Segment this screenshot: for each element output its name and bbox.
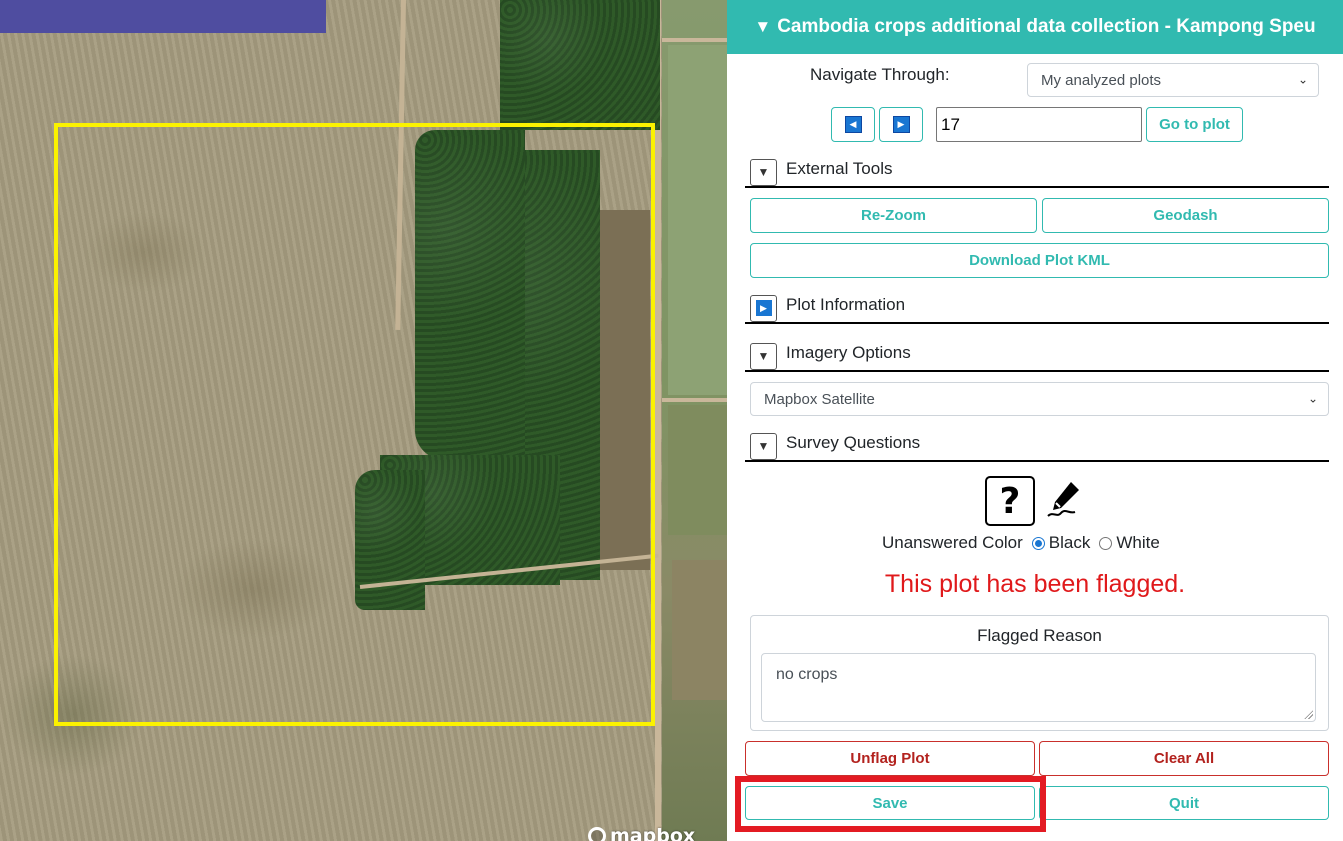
- resize-grip-icon[interactable]: [1304, 710, 1313, 719]
- radio-black-label[interactable]: Black: [1049, 533, 1091, 553]
- question-mark-icon[interactable]: ?: [985, 476, 1035, 526]
- navigate-select[interactable]: My analyzed plots ⌄: [1027, 63, 1319, 97]
- collapse-caret-icon: ▼: [754, 17, 772, 36]
- sidebar-header[interactable]: ▼ Cambodia crops additional data collect…: [727, 0, 1343, 54]
- navigate-select-value: My analyzed plots: [1041, 71, 1162, 89]
- collection-sidebar: ▼ Cambodia crops additional data collect…: [727, 0, 1343, 841]
- map-forest: [500, 0, 660, 130]
- map-road: [662, 398, 727, 402]
- map-road: [662, 38, 727, 42]
- flagged-reason-textarea[interactable]: no crops: [761, 653, 1316, 722]
- satellite-map[interactable]: mapbox: [0, 0, 727, 841]
- imagery-select[interactable]: Mapbox Satellite ⌄: [750, 382, 1329, 416]
- pen-icon[interactable]: [1045, 478, 1085, 520]
- section-title: Survey Questions: [786, 433, 921, 452]
- flagged-reason-label: Flagged Reason: [977, 626, 1102, 645]
- map-terrain: [668, 45, 727, 395]
- flagged-reason-text: no crops: [776, 666, 838, 683]
- map-terrain: [672, 560, 727, 700]
- section-survey-questions[interactable]: ▼ Survey Questions: [745, 426, 1329, 462]
- arrow-right-icon: ▶: [892, 116, 910, 133]
- go-to-plot-button[interactable]: Go to plot: [1146, 107, 1243, 142]
- section-title: Plot Information: [786, 295, 906, 314]
- section-title: Imagery Options: [786, 343, 911, 362]
- arrow-left-icon: ◀: [844, 116, 862, 133]
- unflag-plot-button[interactable]: Unflag Plot: [745, 741, 1035, 776]
- flagged-reason-box: Flagged Reason no crops: [750, 615, 1329, 731]
- expand-toggle-icon[interactable]: ▼: [750, 432, 777, 460]
- navigate-label: Navigate Through:: [810, 65, 950, 84]
- mapbox-logo-icon: [588, 827, 606, 841]
- radio-white-label[interactable]: White: [1116, 533, 1159, 553]
- section-plot-information[interactable]: ▶ Plot Information: [745, 288, 1329, 324]
- unanswered-color-row: Unanswered Color Black White: [882, 533, 1160, 553]
- plot-boundary: [54, 123, 655, 726]
- section-external-tools[interactable]: ▼ External Tools: [745, 152, 1329, 188]
- chevron-down-icon: ⌄: [1297, 72, 1308, 87]
- flagged-message: This plot has been flagged.: [884, 570, 1186, 598]
- plot-number-input[interactable]: 17: [936, 107, 1142, 142]
- mapbox-logo-text: mapbox: [610, 825, 696, 841]
- geodash-button[interactable]: Geodash: [1042, 198, 1329, 233]
- previous-plot-button[interactable]: ◀: [831, 107, 875, 142]
- quit-button[interactable]: Quit: [1039, 786, 1329, 820]
- rezoom-button[interactable]: Re-Zoom: [750, 198, 1037, 233]
- mapbox-logo[interactable]: mapbox: [588, 825, 696, 841]
- radio-white[interactable]: [1099, 536, 1113, 550]
- save-highlight-box: [735, 776, 1046, 832]
- section-title: External Tools: [786, 159, 893, 178]
- imagery-select-value: Mapbox Satellite: [764, 390, 875, 408]
- radio-black[interactable]: [1031, 536, 1045, 550]
- section-imagery-options[interactable]: ▼ Imagery Options: [745, 336, 1329, 372]
- chevron-down-icon: ⌄: [1307, 391, 1318, 406]
- project-title: Cambodia crops additional data collectio…: [777, 16, 1316, 37]
- next-plot-button[interactable]: ▶: [879, 107, 923, 142]
- clear-all-button[interactable]: Clear All: [1039, 741, 1329, 776]
- expand-toggle-icon[interactable]: ▶: [750, 294, 777, 322]
- expand-toggle-icon[interactable]: ▼: [750, 158, 777, 186]
- map-top-bar: [0, 0, 326, 33]
- download-kml-button[interactable]: Download Plot KML: [750, 243, 1329, 278]
- expand-toggle-icon[interactable]: ▼: [750, 342, 777, 370]
- map-terrain: [668, 405, 727, 535]
- unanswered-color-label: Unanswered Color: [882, 533, 1023, 552]
